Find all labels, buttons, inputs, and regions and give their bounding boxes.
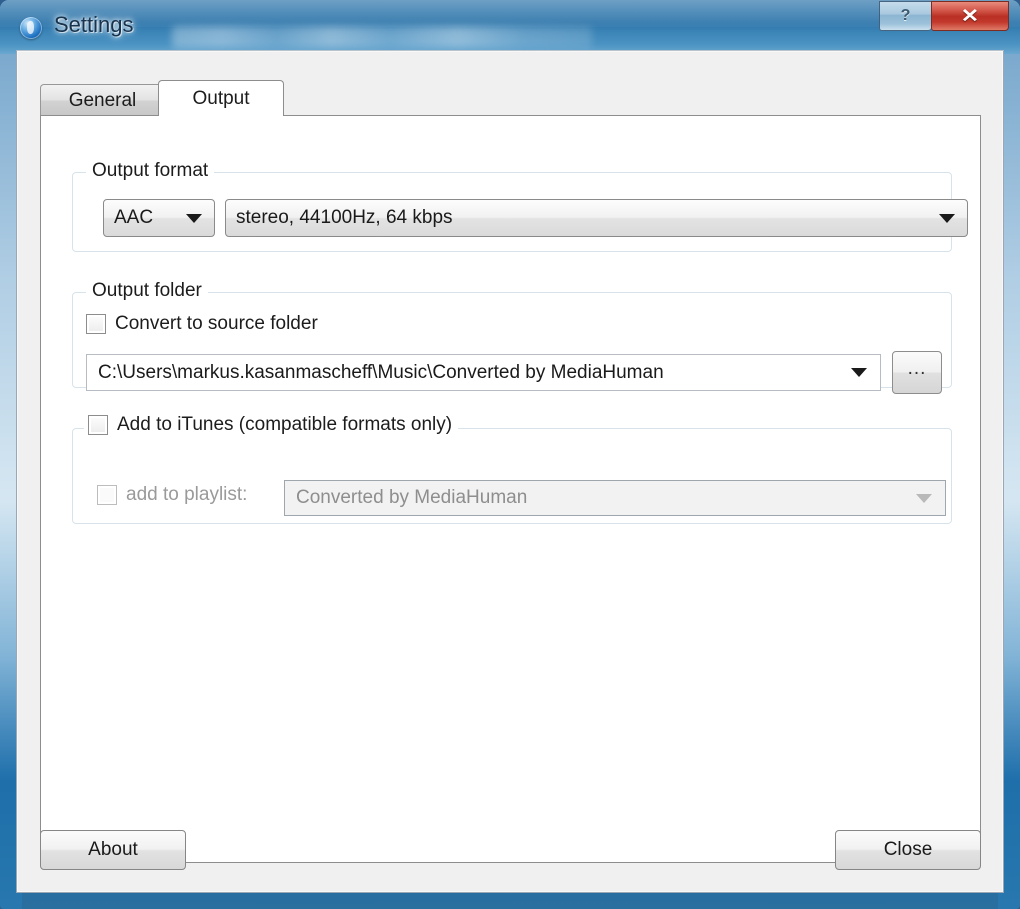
output-folder-path-combo[interactable]: C:\Users\markus.kasanmascheff\Music\Conv… bbox=[86, 354, 881, 391]
output-format-group: Output format AAC stereo, 44100Hz, 64 kb… bbox=[72, 160, 968, 252]
close-window-button[interactable]: ✕ bbox=[931, 1, 1009, 31]
titlebar-gloss bbox=[0, 0, 1020, 27]
titlebar-background-blur bbox=[172, 26, 592, 48]
convert-to-source-folder-label: Convert to source folder bbox=[115, 313, 318, 334]
playlist-name-combo[interactable]: Converted by MediaHuman bbox=[284, 480, 946, 516]
add-to-itunes-title-row[interactable]: Add to iTunes (compatible formats only) bbox=[84, 414, 459, 436]
close-icon: ✕ bbox=[960, 5, 980, 27]
add-to-itunes-checkbox[interactable] bbox=[88, 415, 108, 435]
tab-general[interactable]: General bbox=[40, 84, 165, 116]
chevron-down-icon bbox=[939, 213, 955, 223]
output-folder-group-title: Output folder bbox=[86, 280, 208, 302]
add-to-itunes-label: Add to iTunes (compatible formats only) bbox=[117, 414, 453, 435]
tab-page-output: Output format AAC stereo, 44100Hz, 64 kb… bbox=[40, 115, 981, 863]
title-bar[interactable]: Settings ? ✕ bbox=[0, 0, 1020, 54]
help-button[interactable]: ? bbox=[879, 1, 931, 31]
output-quality-value: stereo, 44100Hz, 64 kbps bbox=[236, 207, 453, 228]
browse-folder-label: ... bbox=[907, 357, 927, 379]
add-to-playlist-label: add to playlist: bbox=[126, 484, 248, 505]
convert-to-source-folder-row[interactable]: Convert to source folder bbox=[86, 313, 318, 335]
output-format-value: AAC bbox=[114, 207, 154, 228]
chevron-down-icon bbox=[851, 368, 867, 377]
about-button-label: About bbox=[88, 839, 138, 860]
app-circle-icon[interactable] bbox=[20, 17, 42, 39]
tab-output-label: Output bbox=[192, 87, 250, 109]
help-icon: ? bbox=[900, 7, 911, 24]
output-format-group-title: Output format bbox=[86, 160, 215, 182]
browse-folder-button[interactable]: ... bbox=[892, 351, 942, 394]
output-folder-group: Output folder Convert to source folder C… bbox=[72, 280, 952, 394]
window-title: Settings bbox=[54, 12, 134, 37]
tab-general-label: General bbox=[68, 89, 137, 111]
chevron-down-icon bbox=[916, 493, 932, 503]
add-to-playlist-row[interactable]: add to playlist: bbox=[97, 484, 247, 506]
settings-window: Settings ? ✕ General Output Output forma… bbox=[0, 0, 1020, 909]
window-controls: ? ✕ bbox=[879, 1, 1009, 31]
output-format-select[interactable]: AAC bbox=[103, 199, 215, 237]
tab-strip: General Output bbox=[40, 80, 981, 116]
add-to-playlist-checkbox[interactable] bbox=[97, 485, 117, 505]
about-button[interactable]: About bbox=[40, 830, 186, 870]
close-button-label: Close bbox=[883, 839, 933, 860]
convert-to-source-folder-checkbox[interactable] bbox=[86, 314, 106, 334]
add-to-itunes-group: Add to iTunes (compatible formats only) … bbox=[72, 414, 952, 524]
close-button[interactable]: Close bbox=[835, 830, 981, 870]
playlist-name-value: Converted by MediaHuman bbox=[296, 487, 528, 508]
output-quality-select[interactable]: stereo, 44100Hz, 64 kbps bbox=[225, 199, 968, 237]
dialog-client-area: General Output Output format AAC stereo,… bbox=[16, 50, 1004, 893]
output-folder-path-value: C:\Users\markus.kasanmascheff\Music\Conv… bbox=[98, 361, 664, 383]
tab-output[interactable]: Output bbox=[158, 80, 284, 116]
chevron-down-icon bbox=[186, 213, 202, 223]
